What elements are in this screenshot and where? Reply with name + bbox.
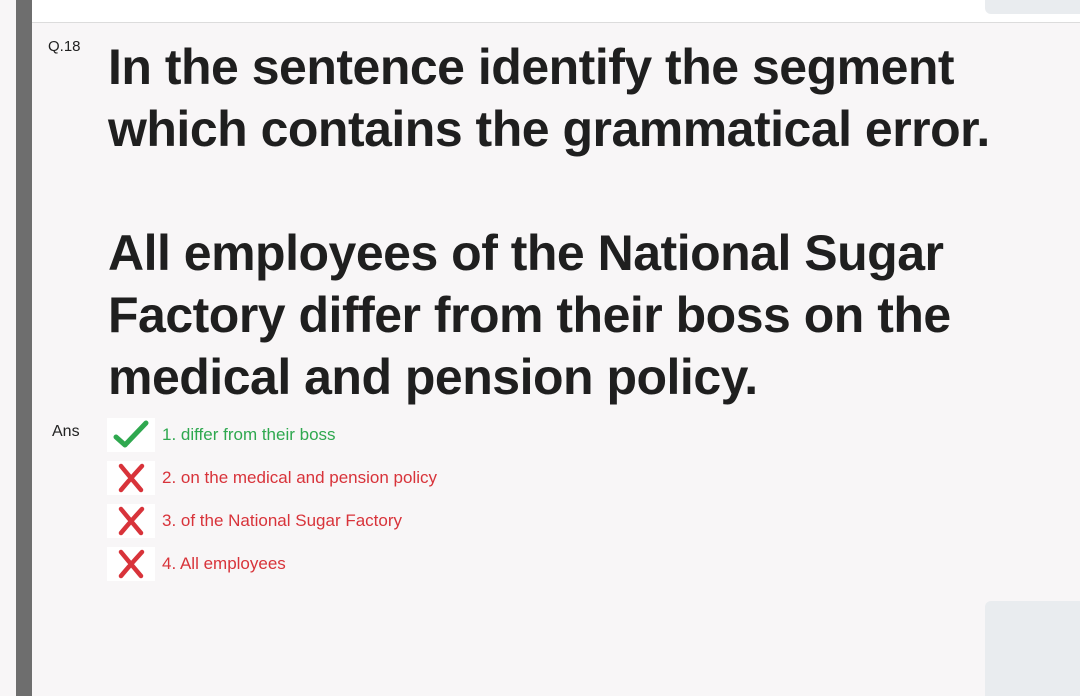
top-right-panel xyxy=(985,0,1080,14)
option-text: 1. differ from their boss xyxy=(162,425,336,444)
cross-icon xyxy=(118,463,145,493)
cross-icon xyxy=(118,506,145,536)
answer-label: Ans xyxy=(52,423,80,440)
answer-option-1: 1. differ from their boss xyxy=(107,418,336,452)
mark-box xyxy=(107,504,155,538)
option-text: 2. on the medical and pension policy xyxy=(162,468,438,487)
sentence-line: All employees of the National Sugar xyxy=(108,225,944,281)
option-text: 3. of the National Sugar Factory xyxy=(162,511,403,530)
question-number: Q.18 xyxy=(48,38,81,55)
answer-option-2: 2. on the medical and pension policy xyxy=(107,461,437,495)
cross-icon xyxy=(118,549,145,579)
prompt-line: In the sentence identify the segment xyxy=(108,39,955,95)
option-text: 4. All employees xyxy=(162,554,286,573)
sentence-line: Factory differ from their boss on the xyxy=(108,287,951,343)
prompt-line: which contains the grammatical error. xyxy=(108,101,990,157)
answer-option-4: 4. All employees xyxy=(107,547,286,581)
mark-box xyxy=(107,418,155,452)
top-header-band xyxy=(32,0,1080,23)
bottom-right-panel xyxy=(985,601,1080,696)
check-icon xyxy=(113,420,149,448)
left-sidebar-bar xyxy=(16,0,32,696)
mark-box xyxy=(107,547,155,581)
mark-box xyxy=(107,461,155,495)
answer-option-3: 3. of the National Sugar Factory xyxy=(107,504,402,538)
sentence-line: medical and pension policy. xyxy=(108,349,758,405)
question-text: In the sentence identify the segment whi… xyxy=(108,36,1058,408)
